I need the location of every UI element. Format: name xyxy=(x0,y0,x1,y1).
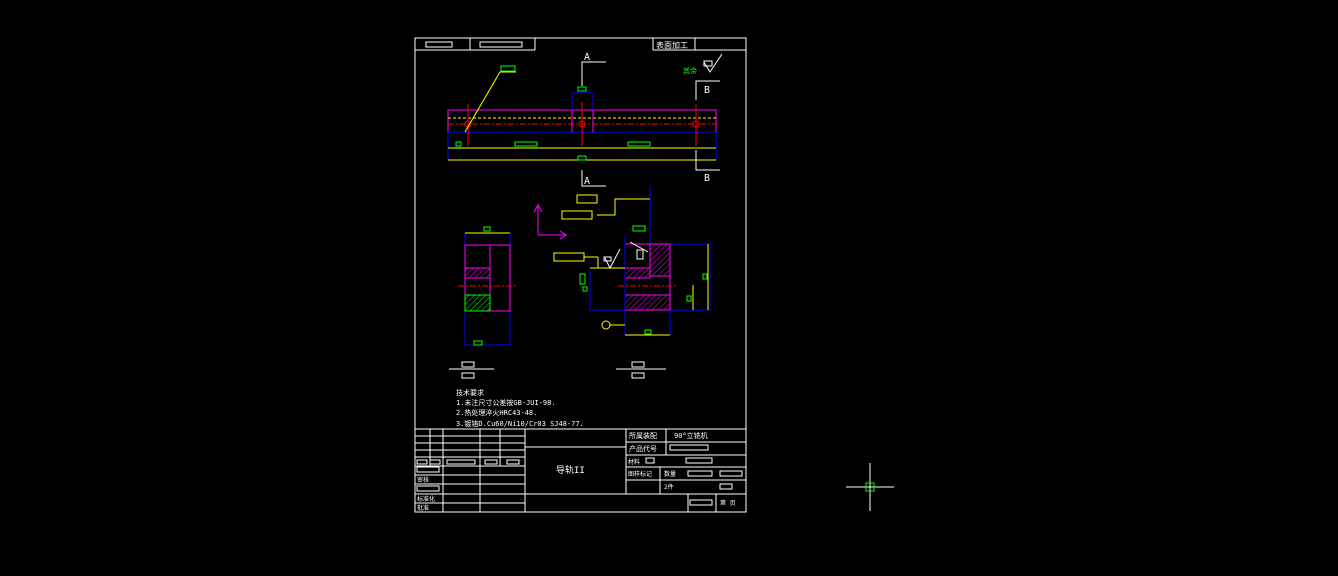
drawing-no-label: 图样标记 xyxy=(628,470,652,478)
crosshair-cursor-icon xyxy=(846,463,894,511)
section-b-top-label: B xyxy=(704,85,710,96)
material-label: 材料 xyxy=(628,458,640,466)
sheet-label: 第 页 xyxy=(720,499,736,507)
weight-label: 2件 xyxy=(664,483,674,491)
roughness-symbol xyxy=(703,53,723,73)
section-a-bottom-label: A xyxy=(584,176,590,187)
section-a-top-label: A xyxy=(584,52,590,63)
view-direction-arrow xyxy=(533,203,567,240)
product-code-label: 产品代号 xyxy=(629,444,657,453)
approve-label: 批准 xyxy=(417,504,429,512)
standard-label: 标准化 xyxy=(417,495,435,503)
assembly-value: 90°立铣机 xyxy=(674,431,708,440)
review-label: 审核 xyxy=(417,476,429,484)
assembly-label: 所属装配 xyxy=(629,431,657,440)
cad-drawing-canvas[interactable]: 表面加工 A A B B 其余 技术要求 1.未注尺寸公差按GB-JUI-98.… xyxy=(0,0,1338,576)
tech-req-title: 技术要求 xyxy=(456,388,484,397)
roughness-rest-label: 其余 xyxy=(683,66,697,75)
part-name: 导轨II xyxy=(556,464,585,476)
section-view xyxy=(553,186,711,336)
header-strip xyxy=(415,38,746,51)
tech-req-line-3: 3.镀铬D.Cu60/Ni10/Cr03 SJ48-77. xyxy=(456,419,584,428)
section-b-bottom-label: B xyxy=(704,173,710,184)
surface-treatment-label: 表面加工 xyxy=(656,40,688,50)
view-labels xyxy=(449,361,666,379)
tech-req-line-1: 1.未注尺寸公差按GB-JUI-98. xyxy=(456,398,556,407)
quantity-label: 数量 xyxy=(664,470,676,478)
tech-req-line-2: 2.热处理淬火HRC43-48. xyxy=(456,408,537,417)
side-view xyxy=(458,226,518,346)
